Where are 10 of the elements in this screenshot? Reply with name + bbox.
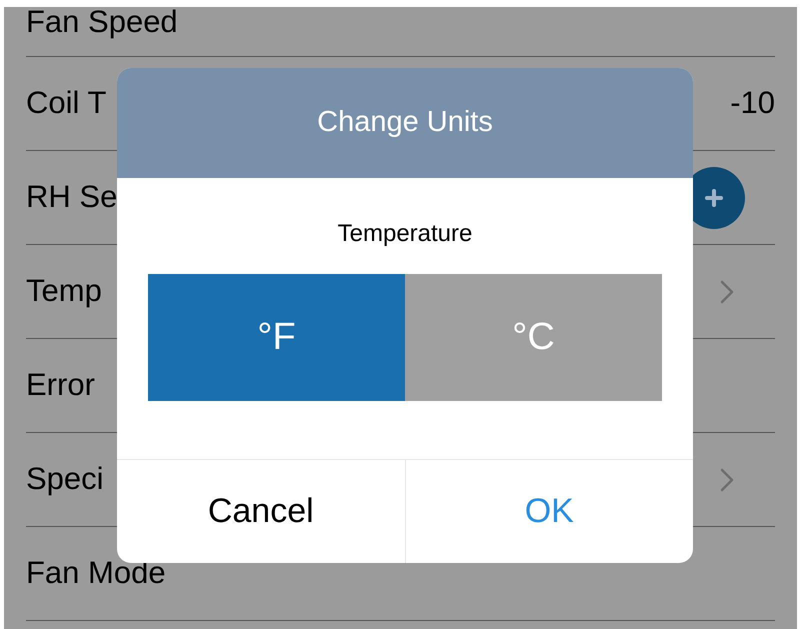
list-item-label[interactable]: Coil T bbox=[26, 80, 106, 127]
dialog-title: Change Units bbox=[317, 105, 493, 140]
unit-segment[interactable]: °F bbox=[148, 274, 405, 401]
list-item-label[interactable]: Temp bbox=[26, 268, 102, 315]
list-item-label[interactable]: RH Se bbox=[26, 174, 118, 221]
list-item-label[interactable]: Speci bbox=[26, 456, 104, 503]
list-item-label[interactable]: Error bbox=[26, 362, 95, 409]
list-item-label[interactable]: Fan Speed bbox=[26, 7, 178, 37]
section-label: Temperature bbox=[338, 219, 472, 249]
row-value: -10 bbox=[730, 84, 775, 122]
